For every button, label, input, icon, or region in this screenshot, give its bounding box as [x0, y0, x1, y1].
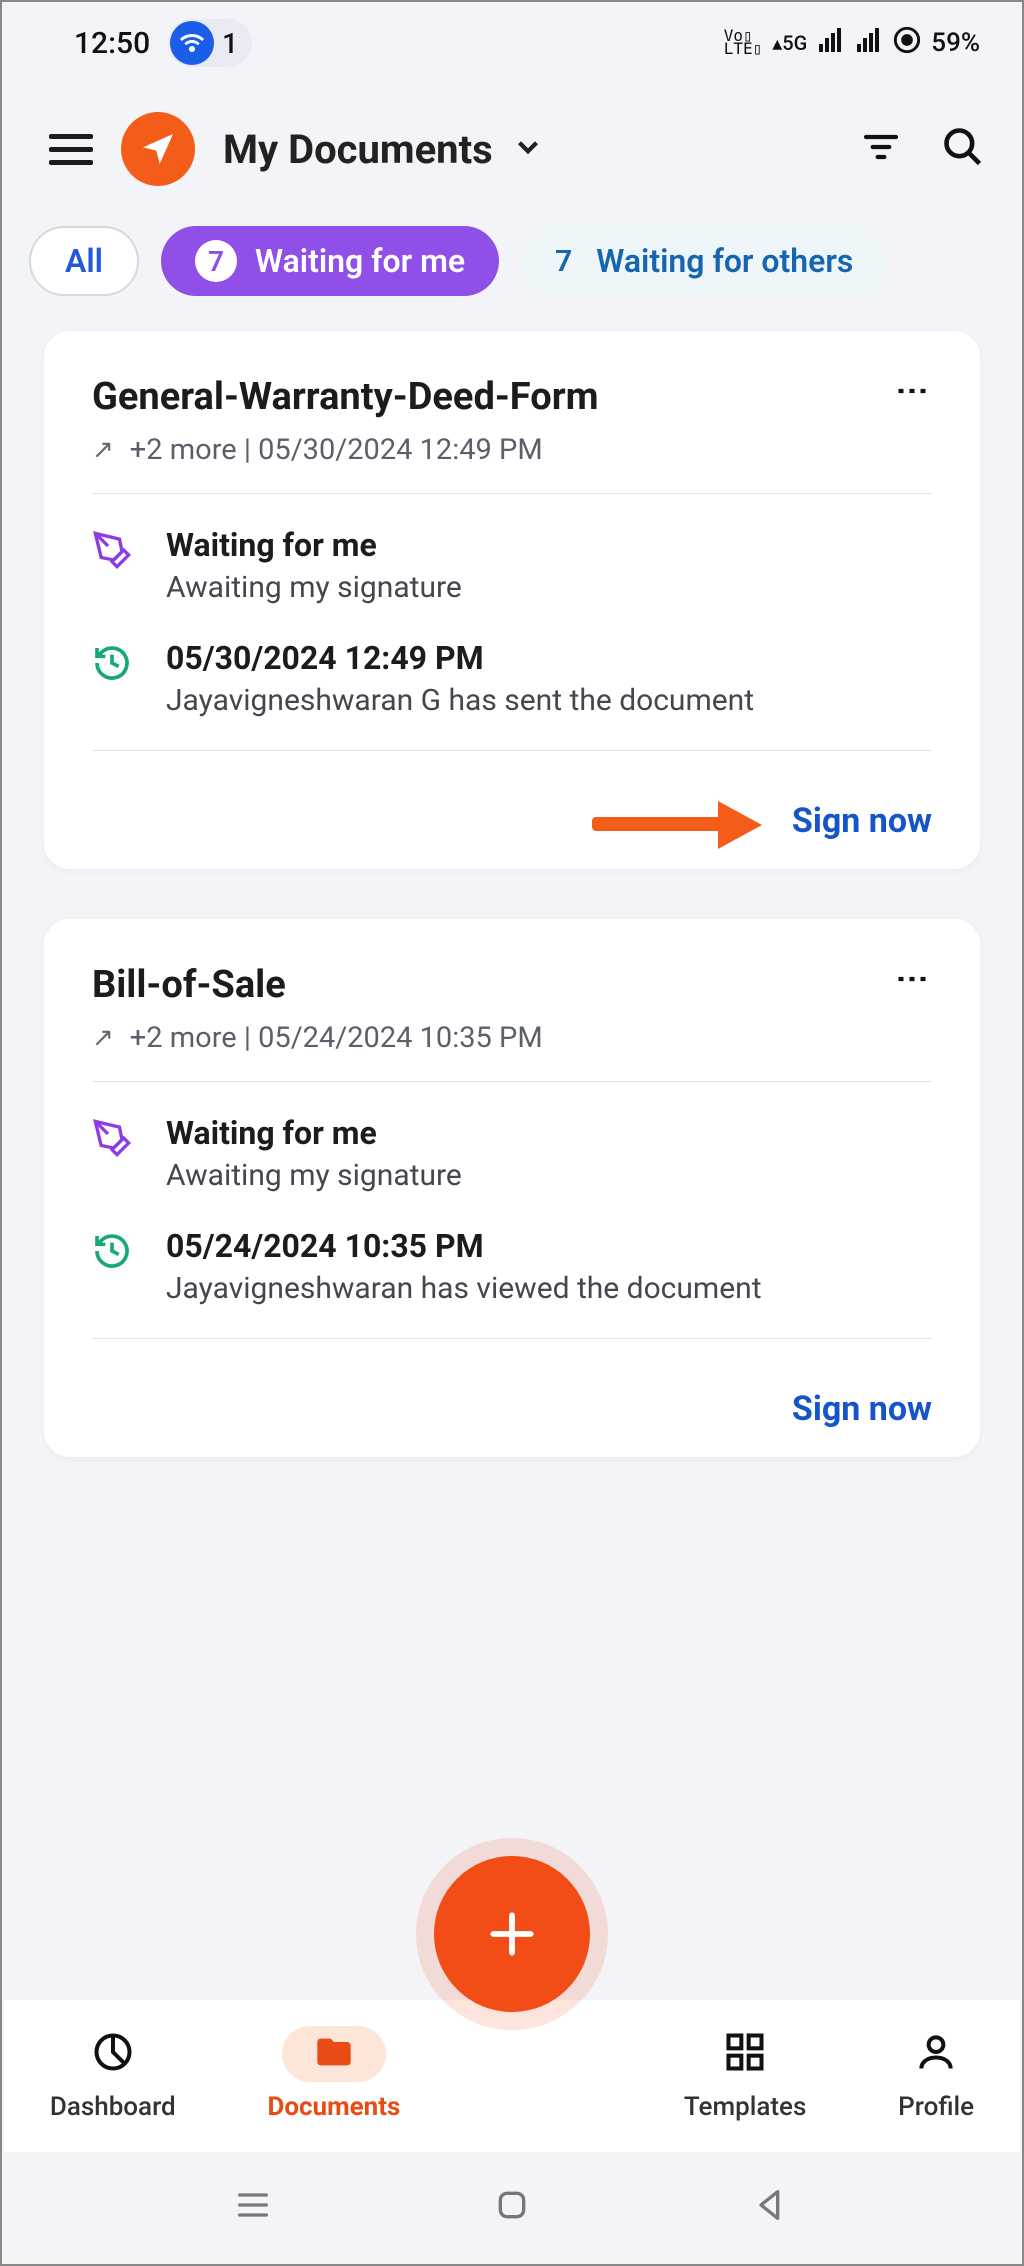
nav-dashboard[interactable]: Dashboard	[50, 2026, 176, 2122]
wifi-badge: 1	[168, 19, 252, 67]
activity-time: 05/24/2024 10:35 PM	[166, 1227, 932, 1265]
activity-text: Jayavigneshwaran has viewed the document	[166, 1271, 932, 1306]
chip-all[interactable]: All	[29, 226, 139, 296]
home-button[interactable]	[492, 2185, 532, 2229]
wifi-count: 1	[222, 27, 238, 60]
system-nav	[4, 2152, 1020, 2262]
menu-button[interactable]	[49, 134, 93, 165]
nav-templates-label: Templates	[684, 2092, 806, 2122]
nav-profile-label: Profile	[898, 2092, 974, 2122]
divider	[92, 750, 932, 751]
chip-others-label: Waiting for others	[596, 242, 853, 280]
signal-bars-1-icon	[817, 28, 845, 59]
filter-button[interactable]	[861, 127, 901, 171]
filter-chips: All 7 Waiting for me 7 Waiting for other…	[4, 226, 1020, 331]
activity-time: 05/30/2024 12:49 PM	[166, 639, 932, 677]
more-options-button[interactable]: ⋮	[894, 963, 932, 993]
divider	[92, 493, 932, 494]
chip-all-label: All	[65, 242, 103, 280]
add-document-button[interactable]	[434, 1856, 590, 2012]
nav-documents-label: Documents	[267, 2092, 400, 2122]
battery-icon	[893, 26, 921, 61]
nav-documents[interactable]: Documents	[267, 2026, 400, 2122]
nav-profile[interactable]: Profile	[898, 2026, 974, 2122]
bottom-nav: Dashboard Documents Templates	[4, 2000, 1020, 2152]
annotation-arrow-icon	[592, 811, 762, 831]
wifi-icon	[170, 21, 214, 65]
search-button[interactable]	[941, 125, 985, 173]
grid-icon	[723, 2030, 767, 2078]
divider	[92, 1081, 932, 1082]
activity-text: Jayavigneshwaran G has sent the document	[166, 683, 932, 718]
folder-icon	[312, 2032, 356, 2076]
pen-icon	[92, 530, 136, 574]
arrow-out-icon: ↗	[92, 435, 114, 465]
sign-now-button[interactable]: Sign now	[792, 801, 932, 841]
chip-waiting-for-others[interactable]: 7 Waiting for others	[521, 226, 887, 296]
chip-active-label: Waiting for me	[255, 242, 465, 280]
sign-now-button[interactable]: Sign now	[792, 1389, 932, 1429]
history-icon	[92, 643, 136, 687]
document-meta: +2 more | 05/24/2024 10:35 PM	[130, 1021, 543, 1055]
history-icon	[92, 1231, 136, 1275]
signal-bars-2-icon	[855, 28, 883, 59]
battery-pct: 59%	[931, 28, 980, 58]
arrow-out-icon: ↗	[92, 1023, 114, 1053]
chevron-down-icon	[511, 130, 545, 168]
pen-icon	[92, 1118, 136, 1162]
network-type: ▴5G	[772, 31, 807, 55]
status-title: Waiting for me	[166, 526, 932, 564]
document-card[interactable]: Bill-of-Sale ⋮ ↗ +2 more | 05/24/2024 10…	[44, 919, 980, 1457]
document-card[interactable]: General-Warranty-Deed-Form ⋮ ↗ +2 more |…	[44, 331, 980, 869]
clock-time: 12:50	[74, 26, 150, 61]
status-title: Waiting for me	[166, 1114, 932, 1152]
chip-others-count: 7	[555, 244, 572, 279]
app-logo[interactable]	[121, 112, 195, 186]
status-subtitle: Awaiting my signature	[166, 1158, 932, 1193]
document-title: General-Warranty-Deed-Form	[92, 375, 599, 419]
page-title-dropdown[interactable]: My Documents	[223, 126, 833, 173]
nav-dashboard-label: Dashboard	[50, 2092, 176, 2122]
app-header: My Documents	[4, 82, 1020, 226]
status-subtitle: Awaiting my signature	[166, 570, 932, 605]
pie-chart-icon	[91, 2030, 135, 2078]
chip-count-badge: 7	[195, 240, 237, 282]
nav-templates[interactable]: Templates	[684, 2026, 806, 2122]
divider	[92, 1338, 932, 1339]
page-title: My Documents	[223, 126, 493, 173]
recents-button[interactable]	[233, 2185, 273, 2229]
chip-waiting-for-me[interactable]: 7 Waiting for me	[161, 226, 499, 296]
document-title: Bill-of-Sale	[92, 963, 286, 1007]
status-bar: 12:50 1 Vo▯LTE▯ ▴5G 59%	[4, 4, 1020, 82]
document-meta: +2 more | 05/30/2024 12:49 PM	[130, 433, 543, 467]
more-options-button[interactable]: ⋮	[894, 375, 932, 405]
back-button[interactable]	[751, 2185, 791, 2229]
volte-icon: Vo▯LTE▯	[724, 30, 763, 56]
person-icon	[914, 2030, 958, 2078]
